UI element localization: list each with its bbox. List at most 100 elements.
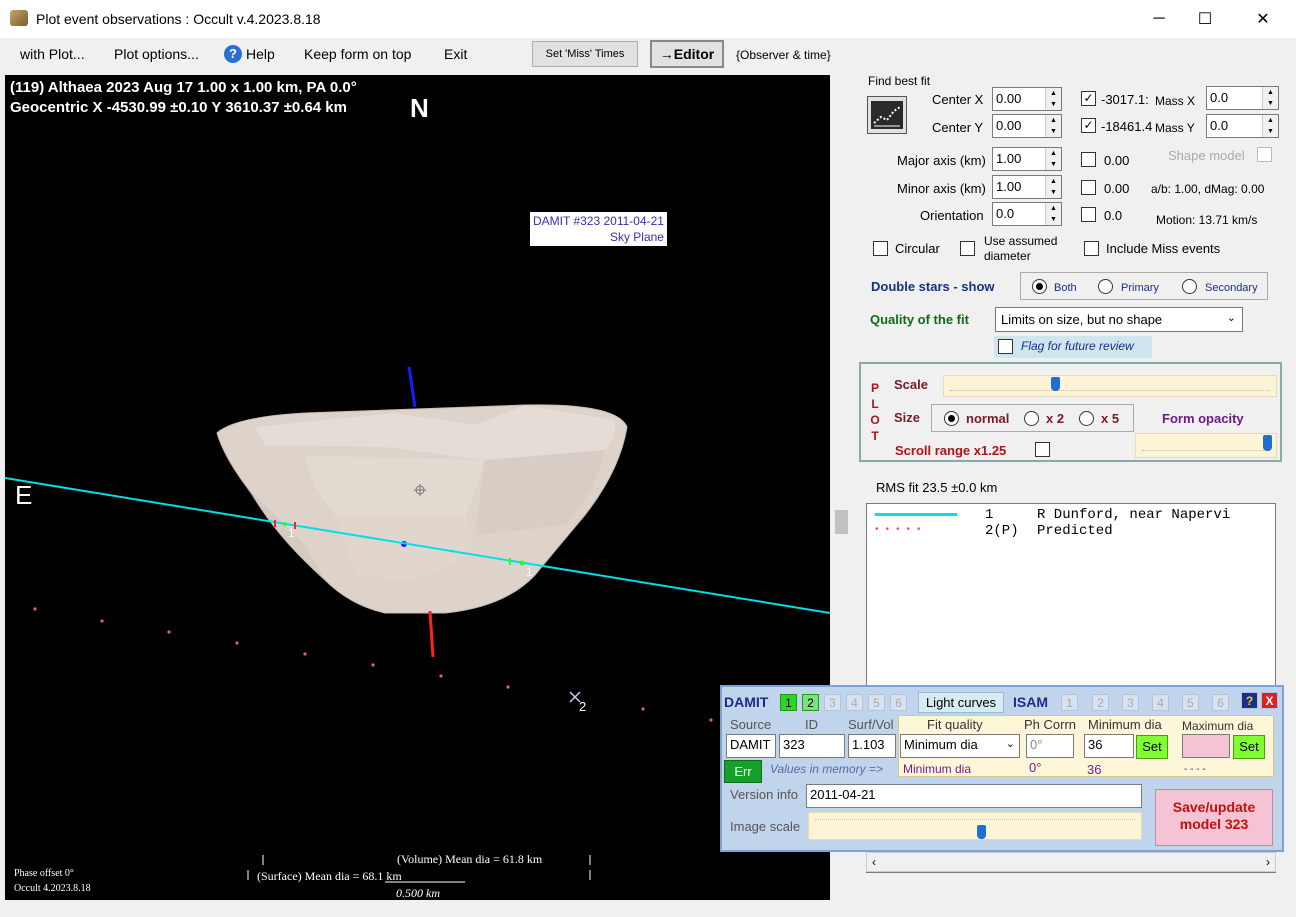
- isam-model-4[interactable]: 4: [1152, 694, 1169, 711]
- save-update-button[interactable]: Save/update model 323: [1155, 789, 1273, 846]
- mass-x-spinner[interactable]: ▲ ▼: [1262, 87, 1278, 109]
- form-opacity-slider[interactable]: [1135, 433, 1277, 458]
- plot-canvas[interactable]: (119) Althaea 2023 Aug 17 1.00 x 1.00 km…: [5, 75, 830, 900]
- center-x-input[interactable]: 0.00 ▲ ▼: [992, 87, 1062, 111]
- shape-model-label: Shape model: [1168, 148, 1245, 163]
- center-x-checkbox[interactable]: ✓: [1081, 91, 1096, 106]
- menu-keep-on-top[interactable]: Keep form on top: [304, 46, 411, 62]
- max-dia-field[interactable]: [1182, 734, 1230, 758]
- minor-axis-spinner[interactable]: ▲ ▼: [1045, 176, 1061, 198]
- help-icon-damit[interactable]: ?: [1241, 692, 1258, 709]
- version-info-field[interactable]: 2011-04-21: [806, 784, 1142, 808]
- damit-model-4[interactable]: 4: [846, 694, 863, 711]
- major-axis-input[interactable]: 1.00 ▲ ▼: [992, 147, 1062, 171]
- window-title: Plot event observations : Occult v.4.202…: [36, 11, 321, 27]
- isam-model-5[interactable]: 5: [1182, 694, 1199, 711]
- min-dia-field[interactable]: 36: [1084, 734, 1134, 758]
- circular-checkbox[interactable]: [873, 241, 888, 256]
- primary-radio[interactable]: [1098, 279, 1113, 294]
- surfvol-field[interactable]: 1.103: [848, 734, 896, 758]
- image-scale-slider-ticks: [815, 819, 1135, 820]
- shape-model-checkbox[interactable]: [1257, 147, 1272, 162]
- use-assumed-checkbox[interactable]: [960, 241, 975, 256]
- center-x-spinner[interactable]: ▲ ▼: [1045, 88, 1061, 110]
- size-x2-radio[interactable]: [1024, 411, 1039, 426]
- orientation-checkbox[interactable]: [1081, 207, 1096, 222]
- center-y-spinner[interactable]: ▲ ▼: [1045, 115, 1061, 137]
- source-field[interactable]: DAMIT: [726, 734, 776, 758]
- err-button[interactable]: Err: [724, 760, 762, 783]
- scroll-range-checkbox[interactable]: [1035, 442, 1050, 457]
- editor-button[interactable]: →Editor: [650, 40, 724, 68]
- size-normal-radio[interactable]: [944, 411, 959, 426]
- damit-model-2[interactable]: 2: [802, 694, 819, 711]
- isam-model-6[interactable]: 6: [1212, 694, 1229, 711]
- menu-help[interactable]: Help: [246, 46, 275, 62]
- both-radio[interactable]: [1032, 279, 1047, 294]
- form-opacity-slider-thumb[interactable]: [1263, 435, 1272, 451]
- find-best-fit-button[interactable]: [867, 96, 907, 134]
- quality-fit-select[interactable]: Limits on size, but no shape ⌄: [995, 307, 1243, 332]
- scroll-left-icon[interactable]: ‹: [872, 855, 876, 869]
- scrollbar-thumb[interactable]: [835, 510, 848, 534]
- fit-quality-select[interactable]: Minimum dia ⌄: [900, 734, 1020, 758]
- menu-with-plot[interactable]: with Plot...: [20, 46, 85, 62]
- center-y-input[interactable]: 0.00 ▲ ▼: [992, 114, 1062, 138]
- mass-x-input[interactable]: 0.0 ▲ ▼: [1206, 86, 1279, 110]
- light-curves-button[interactable]: Light curves: [918, 692, 1004, 713]
- minor-axis-input[interactable]: 1.00 ▲ ▼: [992, 175, 1062, 199]
- scroll-right-icon[interactable]: ›: [1266, 855, 1270, 869]
- help-icon[interactable]: ?: [224, 45, 242, 63]
- minimize-button[interactable]: ─: [1136, 0, 1182, 38]
- maximize-button[interactable]: ☐: [1182, 0, 1228, 38]
- flag-review-checkbox[interactable]: [998, 339, 1013, 354]
- axis-red: [428, 610, 435, 658]
- phcorr-field[interactable]: 0°: [1026, 734, 1074, 758]
- form-opacity-label: Form opacity: [1162, 411, 1244, 426]
- damit-model-5[interactable]: 5: [868, 694, 885, 711]
- set-max-button[interactable]: Set: [1233, 735, 1265, 759]
- close-icon-damit[interactable]: X: [1261, 692, 1278, 709]
- mass-y-spinner[interactable]: ▲ ▼: [1262, 115, 1278, 137]
- damit-model-3[interactable]: 3: [824, 694, 841, 711]
- close-button[interactable]: ✕: [1240, 0, 1286, 38]
- image-scale-slider[interactable]: [808, 812, 1142, 840]
- major-axis-checkbox[interactable]: [1081, 152, 1096, 167]
- mass-y-input[interactable]: 0.0 ▲ ▼: [1206, 114, 1279, 138]
- isam-model-2[interactable]: 2: [1092, 694, 1109, 711]
- menu-plot-options[interactable]: Plot options...: [114, 46, 199, 62]
- scale-slider-ticks: [950, 390, 1270, 391]
- include-miss-checkbox[interactable]: [1084, 241, 1099, 256]
- center-x-result: -3017.1:: [1101, 92, 1149, 107]
- menu-bar: with Plot... Plot options... ? Help Keep…: [0, 38, 1296, 72]
- set-min-button[interactable]: Set: [1136, 735, 1168, 759]
- scale-slider[interactable]: [943, 375, 1277, 397]
- list-hscrollbar[interactable]: ‹ ›: [866, 852, 1276, 872]
- isam-model-3[interactable]: 3: [1122, 694, 1139, 711]
- set-miss-times-button[interactable]: Set 'Miss' Times: [532, 41, 638, 67]
- plot-letter-l: L: [871, 397, 879, 411]
- surfvol-label: Surf/Vol: [848, 717, 894, 732]
- center-y-checkbox[interactable]: ✓: [1081, 118, 1096, 133]
- major-axis-spinner[interactable]: ▲ ▼: [1045, 148, 1061, 170]
- minor-axis-checkbox[interactable]: [1081, 180, 1096, 195]
- orientation-spinner[interactable]: ▲ ▼: [1045, 203, 1061, 225]
- legend-text-2: Predicted: [1037, 523, 1113, 539]
- observer-time-label[interactable]: {Observer & time}: [736, 48, 831, 62]
- secondary-radio[interactable]: [1182, 279, 1197, 294]
- fit-quality-label: Fit quality: [927, 717, 983, 732]
- orientation-input[interactable]: 0.0 ▲ ▼: [992, 202, 1062, 226]
- legend-num-2: 2(P): [985, 523, 1019, 539]
- quality-fit-value: Limits on size, but no shape: [1001, 312, 1163, 327]
- id-field[interactable]: 323: [779, 734, 845, 758]
- damit-model-1[interactable]: 1: [780, 694, 797, 711]
- scale-slider-thumb[interactable]: [1051, 377, 1060, 391]
- mass-y-label: Mass Y: [1155, 121, 1195, 135]
- app-icon: [10, 10, 28, 26]
- image-scale-slider-thumb[interactable]: [977, 825, 986, 839]
- source-label: Source: [730, 717, 772, 732]
- menu-exit[interactable]: Exit: [444, 46, 467, 62]
- damit-model-6[interactable]: 6: [890, 694, 907, 711]
- isam-model-1[interactable]: 1: [1061, 694, 1078, 711]
- size-x5-radio[interactable]: [1079, 411, 1094, 426]
